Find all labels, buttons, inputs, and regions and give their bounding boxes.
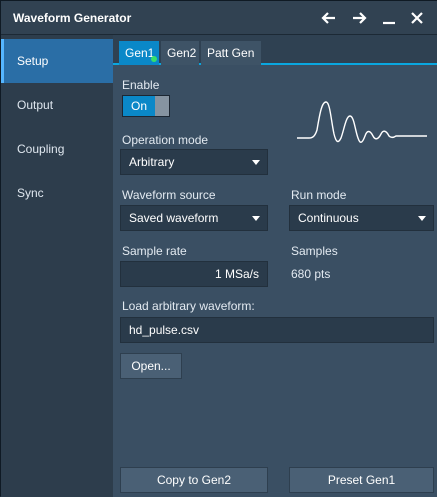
- enable-label: Enable: [122, 78, 160, 92]
- close-icon[interactable]: [405, 6, 429, 30]
- active-indicator-icon: [151, 56, 157, 62]
- open-button[interactable]: Open...: [120, 353, 182, 379]
- waveform-generator-window: Waveform Generator Setup Output Coupling…: [0, 0, 437, 497]
- sidebar-item-setup[interactable]: Setup: [1, 39, 113, 83]
- chevron-down-icon: [418, 216, 426, 221]
- waveform-source-dropdown[interactable]: Saved waveform: [120, 205, 268, 231]
- tab-gen2[interactable]: Gen2: [161, 41, 199, 65]
- waveform-source-label: Waveform source: [122, 188, 216, 202]
- sample-rate-value: 1 MSa/s: [214, 267, 259, 281]
- open-button-label: Open...: [131, 359, 171, 373]
- back-icon[interactable]: [317, 6, 341, 30]
- sample-rate-input[interactable]: 1 MSa/s: [120, 261, 268, 287]
- waveform-source-value: Saved waveform: [129, 211, 219, 225]
- enable-toggle-value: On: [123, 96, 155, 116]
- chevron-down-icon: [252, 160, 260, 165]
- tab-label: Gen1: [125, 46, 155, 60]
- sample-rate-label: Sample rate: [122, 244, 187, 258]
- samples-label: Samples: [291, 244, 338, 258]
- sidebar-item-sync[interactable]: Sync: [1, 171, 113, 215]
- minimize-icon[interactable]: [377, 6, 401, 30]
- sidebar-item-label: Sync: [17, 186, 44, 200]
- sidebar: Setup Output Coupling Sync: [1, 35, 113, 497]
- tab-label: Patt Gen: [207, 46, 255, 60]
- toggle-knob: [155, 96, 169, 116]
- title-bar: Waveform Generator: [1, 1, 437, 35]
- run-mode-value: Continuous: [298, 211, 359, 225]
- run-mode-label: Run mode: [291, 188, 347, 202]
- sidebar-item-label: Setup: [17, 54, 49, 68]
- window-title: Waveform Generator: [13, 11, 132, 25]
- preset-gen1-button[interactable]: Preset Gen1: [289, 467, 434, 493]
- arbitrary-waveform-icon: [297, 101, 427, 143]
- waveform-file-input[interactable]: hd_pulse.csv: [120, 317, 434, 343]
- tab-gen1[interactable]: Gen1: [119, 41, 159, 65]
- copy-button-label: Copy to Gen2: [156, 473, 232, 487]
- sidebar-item-coupling[interactable]: Coupling: [1, 127, 113, 171]
- copy-to-gen2-button[interactable]: Copy to Gen2: [120, 467, 268, 493]
- chevron-down-icon: [252, 216, 260, 221]
- enable-toggle[interactable]: On: [122, 95, 170, 117]
- operation-mode-label: Operation mode: [122, 133, 209, 147]
- preset-button-label: Preset Gen1: [327, 473, 396, 487]
- waveform-file-value: hd_pulse.csv: [129, 323, 200, 337]
- operation-mode-value: Arbitrary: [129, 155, 175, 169]
- tab-label: Gen2: [167, 46, 197, 60]
- run-mode-dropdown[interactable]: Continuous: [289, 205, 434, 231]
- forward-icon[interactable]: [347, 6, 371, 30]
- operation-mode-dropdown[interactable]: Arbitrary: [120, 149, 268, 175]
- sidebar-item-label: Coupling: [17, 142, 65, 156]
- generator-tabs: Gen1 Gen2 Patt Gen: [113, 35, 437, 65]
- samples-value: 680 pts: [291, 267, 331, 281]
- tab-patt-gen[interactable]: Patt Gen: [201, 41, 261, 65]
- setup-panel: Gen1 Gen2 Patt Gen Enable On Operation m…: [113, 35, 437, 497]
- load-waveform-label: Load arbitrary waveform:: [122, 299, 255, 313]
- sidebar-item-output[interactable]: Output: [1, 83, 113, 127]
- sidebar-item-label: Output: [17, 98, 54, 112]
